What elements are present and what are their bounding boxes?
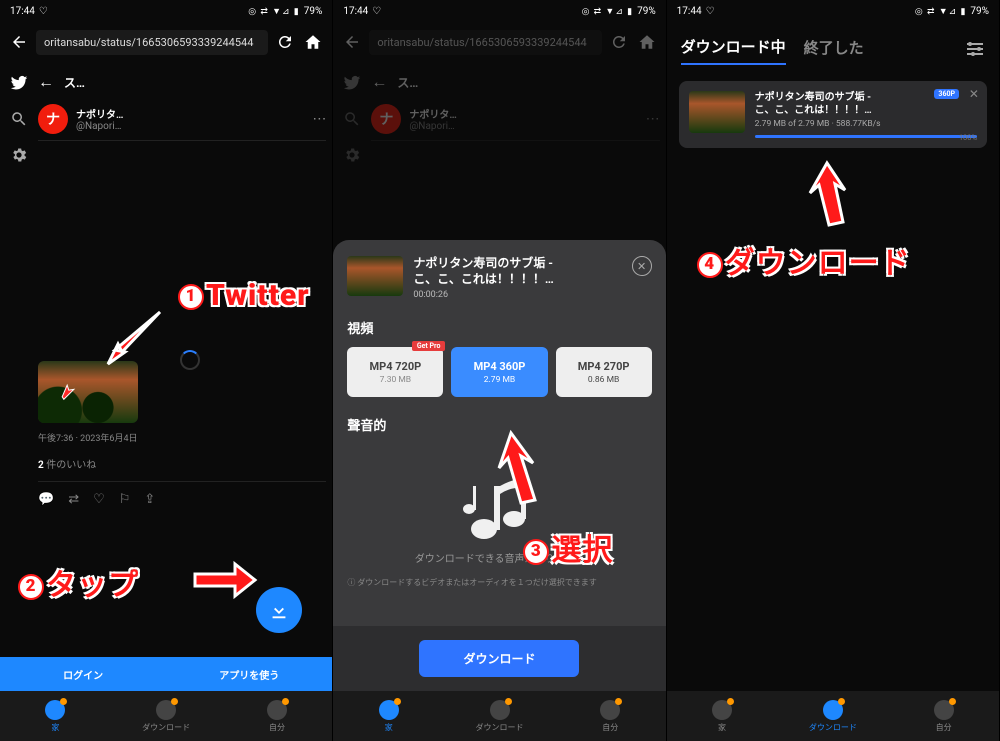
tweet-thread-header: ←ス… [38, 66, 326, 98]
cancel-download-icon[interactable]: ✕ [969, 87, 979, 101]
format-360p[interactable]: MP4 360P2.79 MB [451, 347, 547, 397]
tweet-timestamp: 午後7:36 · 2023年6月4日 [38, 431, 326, 444]
chevron-left-icon[interactable]: ← [38, 72, 54, 92]
back-icon[interactable] [8, 31, 30, 53]
home-icon[interactable] [302, 31, 324, 53]
download-tabs: ダウンロード中 終了した [667, 22, 999, 73]
annotation-2: 2タップ [18, 560, 139, 604]
status-bar: 17:44 ♡ ◎ ⇄ ▼⊿ ▮79% [667, 0, 999, 22]
modal-thumbnail [347, 256, 403, 296]
more-icon[interactable]: ⋯ [312, 111, 326, 127]
video-section-label: 視頻 [347, 318, 651, 337]
format-720p[interactable]: Get Pro MP4 720P7.30 MB [347, 347, 443, 397]
home-icon[interactable] [636, 31, 658, 53]
download-stats: 2.79 MB of 2.79 MB · 588.77KB/s [755, 119, 977, 129]
use-app-button[interactable]: アプリを使う [166, 657, 332, 691]
nav-download[interactable]: ダウンロード [777, 691, 888, 741]
selection-hint: ⓘ ダウンロードするビデオまたはオーディオを１つだけ選択できます [347, 577, 651, 588]
reply-icon[interactable]: 💬 [38, 492, 54, 507]
tab-downloading[interactable]: ダウンロード中 [681, 36, 786, 65]
annotation-1: 1Twitter [178, 278, 310, 313]
status-bar: 17:44 ♡ ◎ ⇄ ▼⊿ ▮79% [333, 0, 665, 22]
url-input[interactable]: oritansabu/status/1665306593339244544 [36, 30, 268, 55]
annotation-4: 4ダウンロード [697, 238, 911, 282]
reload-icon[interactable] [274, 31, 296, 53]
tab-finished[interactable]: 終了した [804, 37, 864, 64]
gear-icon[interactable] [10, 146, 28, 164]
person-nav-icon [267, 700, 287, 720]
nav-home[interactable]: 家 [333, 691, 444, 741]
status-bar: 17:44 ♡ ◎ ⇄ ▼⊿ ▮79% [0, 0, 332, 22]
gear-icon[interactable] [343, 146, 361, 164]
pro-badge: Get Pro [412, 341, 446, 351]
nav-home[interactable]: 家 [667, 691, 778, 741]
share-icon[interactable]: ⇪ [144, 492, 155, 507]
url-input[interactable]: oritansabu/status/1665306593339244544 [369, 30, 601, 55]
author-row[interactable]: ナ ナポリタ…@Napori… ⋯ [38, 98, 326, 141]
download-fab[interactable] [256, 587, 302, 633]
nav-me[interactable]: 自分 [555, 691, 666, 741]
back-icon[interactable] [341, 31, 363, 53]
tweet-action-bar: 💬 ⇄ ♡ ⚐ ⇪ [38, 481, 326, 517]
download-nav-icon [156, 700, 176, 720]
avatar: ナ [38, 104, 68, 134]
retweet-icon[interactable]: ⇄ [68, 492, 79, 507]
nav-me[interactable]: 自分 [888, 691, 999, 741]
reload-icon[interactable] [608, 31, 630, 53]
download-percent: 100% [959, 133, 977, 142]
close-icon[interactable]: ✕ [632, 256, 652, 276]
quality-badge: 360P [934, 89, 959, 99]
search-icon[interactable] [343, 110, 361, 128]
like-icon[interactable]: ♡ [93, 492, 105, 507]
nav-download[interactable]: ダウンロード [444, 691, 555, 741]
nav-download[interactable]: ダウンロード [111, 691, 222, 741]
download-progress-bar [755, 135, 977, 138]
modal-title: ナポリタン寿司のサブ垢 -こ、こ、これは！！！！… [413, 256, 553, 287]
download-item[interactable]: ナポリタン寿司のサブ垢 -こ、こ、これは！！！！… 2.79 MB of 2.7… [679, 81, 987, 148]
filter-icon[interactable] [965, 41, 985, 61]
search-icon[interactable] [10, 110, 28, 128]
twitter-bird-icon[interactable] [343, 74, 361, 92]
nav-home[interactable]: 家 [0, 691, 111, 741]
bookmark-icon[interactable]: ⚐ [119, 492, 131, 507]
twitter-bird-icon[interactable] [10, 74, 28, 92]
annotation-3: 3選択 [523, 525, 613, 569]
format-270p[interactable]: MP4 270P0.86 MB [556, 347, 652, 397]
loading-spinner [180, 350, 200, 370]
login-button[interactable]: ログイン [0, 657, 166, 691]
home-nav-icon [45, 700, 65, 720]
modal-duration: 00:00:26 [413, 290, 553, 300]
nav-me[interactable]: 自分 [222, 691, 333, 741]
download-thumbnail [689, 91, 745, 133]
tweet-likes[interactable]: 2 件のいいね [38, 456, 326, 471]
download-button[interactable]: ダウンロード [419, 640, 579, 677]
